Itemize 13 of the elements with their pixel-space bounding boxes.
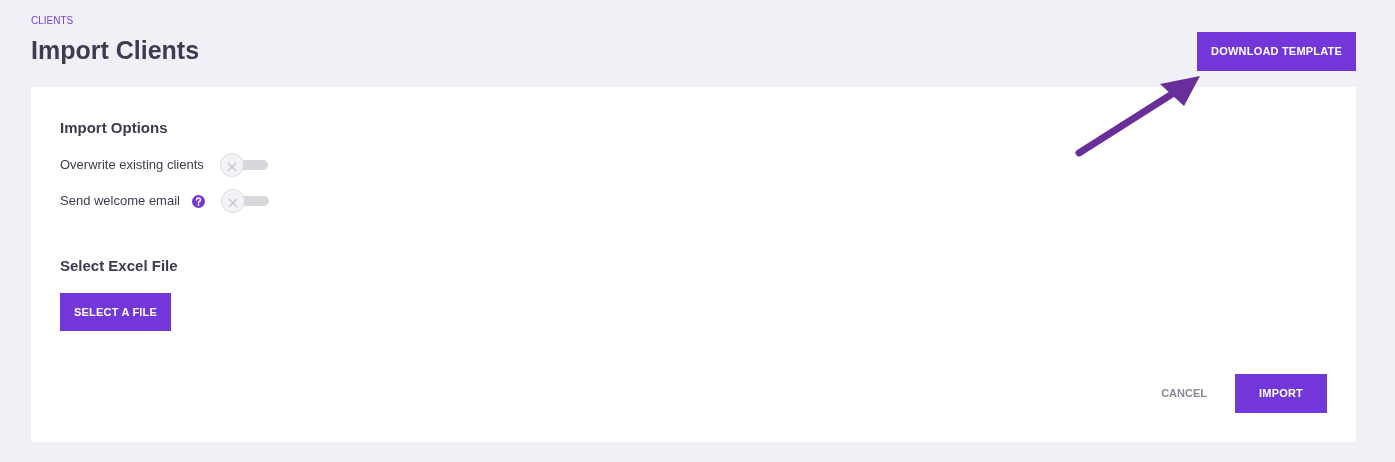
- help-icon[interactable]: [191, 194, 205, 208]
- select-file-button[interactable]: SELECT A FILE: [60, 292, 172, 331]
- option-label: Send welcome email: [60, 192, 180, 211]
- page-title: Import Clients: [31, 35, 200, 66]
- section-heading: Import Options: [60, 117, 169, 138]
- download-template-button[interactable]: DOWNLOAD TEMPLATE: [1197, 32, 1356, 71]
- toggle-switch[interactable]: [220, 189, 269, 213]
- breadcrumb-link[interactable]: CLIENTS: [31, 13, 200, 28]
- option-label: Overwrite existing clients: [60, 156, 204, 175]
- cancel-button[interactable]: CANCEL: [1149, 375, 1219, 412]
- section-heading: Select Excel File: [60, 256, 179, 276]
- import-button[interactable]: IMPORT: [1235, 374, 1327, 413]
- toggle-switch[interactable]: [219, 153, 268, 177]
